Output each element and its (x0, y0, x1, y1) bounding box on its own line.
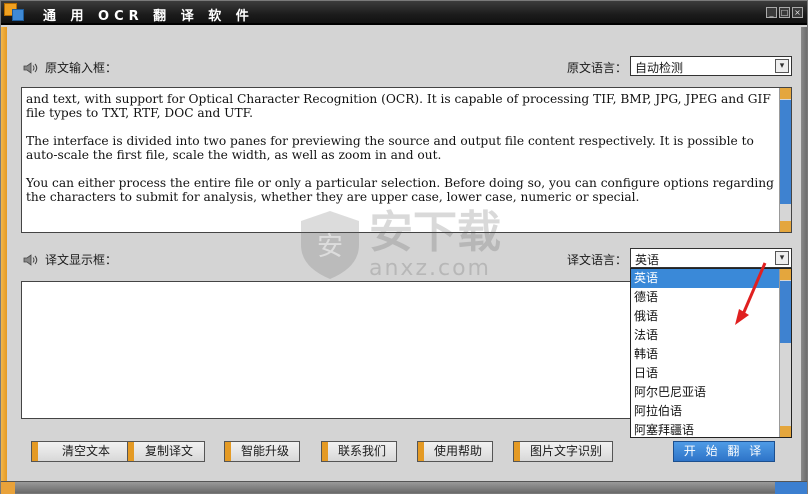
minimize-button[interactable]: _ (766, 7, 777, 18)
contact-us-button[interactable]: 联系我们 (321, 441, 397, 462)
language-option[interactable]: 阿尔巴尼亚语 (631, 383, 791, 402)
dropdown-scrollbar[interactable] (779, 269, 791, 437)
start-translate-button[interactable]: 开 始 翻 译 (673, 441, 775, 462)
source-text-area[interactable]: and text, with support for Optical Chara… (21, 87, 792, 233)
language-option[interactable]: 日语 (631, 364, 791, 383)
title-bar[interactable]: 通 用 OCR 翻 译 软 件 _ □ × (1, 1, 807, 25)
speaker-icon[interactable] (23, 61, 39, 75)
left-accent-border (1, 27, 7, 483)
maximize-button[interactable]: □ (779, 7, 790, 18)
window-controls: _ □ × (766, 7, 803, 18)
source-section-label: 原文输入框： (45, 61, 118, 75)
target-language-value: 英语 (635, 253, 660, 267)
target-language-label: 译文语言： (567, 253, 628, 267)
target-label-row: 译文显示框： (23, 251, 117, 268)
language-option[interactable]: 韩语 (631, 345, 791, 364)
scroll-thumb[interactable] (780, 100, 791, 204)
svg-text:安: 安 (317, 232, 343, 262)
scroll-down-button[interactable] (780, 221, 791, 232)
source-paragraph: You can either process the entire file o… (26, 176, 774, 204)
language-option[interactable]: 德语 (631, 288, 791, 307)
language-option[interactable]: 英语 (631, 269, 791, 288)
scroll-up-button[interactable] (780, 88, 791, 99)
source-paragraph: and text, with support for Optical Chara… (26, 92, 771, 120)
scroll-up-button[interactable] (780, 269, 791, 280)
source-paragraph: The interface is divided into two panes … (26, 134, 754, 162)
resize-grip[interactable] (775, 482, 807, 494)
status-bar-accent (1, 482, 15, 494)
language-option[interactable]: 法语 (631, 326, 791, 345)
source-language-label: 原文语言： (567, 61, 628, 75)
target-language-dropdown-list[interactable]: 英语 德语 俄语 法语 韩语 日语 阿尔巴尼亚语 阿拉伯语 阿塞拜疆语 (630, 268, 792, 438)
speaker-icon[interactable] (23, 253, 39, 267)
image-ocr-button[interactable]: 图片文字识别 (513, 441, 613, 462)
source-text-content[interactable]: and text, with support for Optical Chara… (22, 88, 774, 204)
window-title: 通 用 OCR 翻 译 软 件 (43, 9, 254, 24)
source-language-value: 自动检测 (635, 61, 684, 75)
language-option[interactable]: 阿拉伯语 (631, 402, 791, 421)
scroll-down-button[interactable] (780, 426, 791, 437)
language-option[interactable]: 阿塞拜疆语 (631, 421, 791, 437)
language-option[interactable]: 俄语 (631, 307, 791, 326)
clear-text-button[interactable]: 清空文本 (31, 441, 135, 462)
watermark-subtext: anxz.com (369, 255, 491, 281)
source-language-select[interactable]: 自动检测 ▾ (630, 56, 792, 76)
source-scrollbar[interactable] (779, 88, 791, 232)
dropdown-arrow-icon[interactable]: ▾ (775, 59, 789, 73)
help-button[interactable]: 使用帮助 (417, 441, 493, 462)
dropdown-arrow-icon[interactable]: ▾ (775, 251, 789, 265)
right-frame-border (801, 27, 807, 483)
source-label-row: 原文输入框： (23, 59, 117, 76)
target-language-select[interactable]: 英语 ▾ (630, 248, 792, 268)
copy-translation-button[interactable]: 复制译文 (127, 441, 205, 462)
close-button[interactable]: × (792, 7, 803, 18)
smart-upgrade-button[interactable]: 智能升级 (224, 441, 300, 462)
scroll-thumb[interactable] (780, 281, 791, 343)
app-window: 通 用 OCR 翻 译 软 件 _ □ × 原文输入框： 原文语言： 自动检测 … (0, 0, 808, 494)
app-logo-icon (4, 3, 26, 23)
target-section-label: 译文显示框： (45, 253, 118, 267)
status-bar (1, 481, 807, 494)
